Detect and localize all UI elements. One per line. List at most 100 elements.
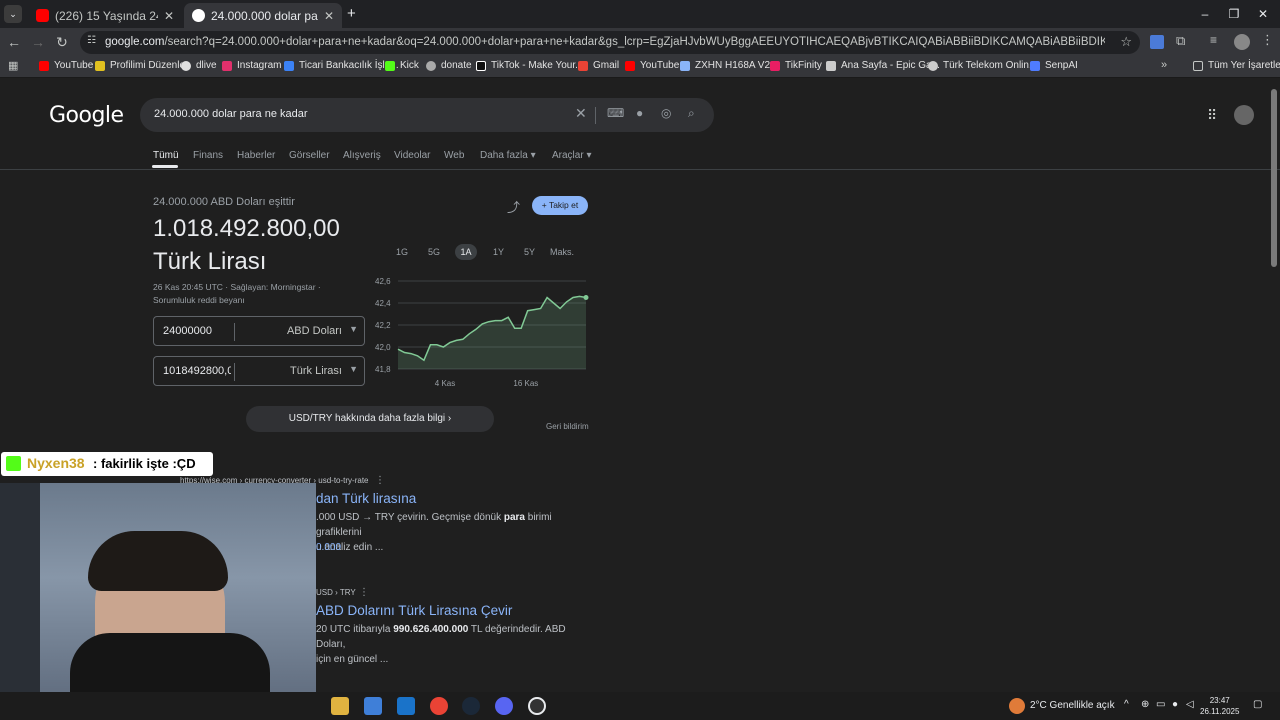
to-amount-field[interactable]: 1018492800,0 Türk Lirası ▼ [153,356,365,386]
range-1d[interactable]: 1G [396,244,408,260]
browser-tab-active[interactable]: 24.000.000 dolar para ne kadar ✕ [184,3,342,28]
network-icon[interactable]: ▭ [1156,699,1165,710]
result-url[interactable]: USD › TRY [316,588,356,597]
range-5d[interactable]: 5G [428,244,440,260]
minimize-icon[interactable]: – [1192,4,1218,24]
tab-news[interactable]: Haberler [237,150,275,161]
bookmark-item[interactable]: SenpAI [1030,60,1078,71]
outlook-icon[interactable] [397,697,415,715]
weather-text[interactable]: 2°C Genellikle açık [1030,700,1115,711]
bookmark-item[interactable]: TikTok - Make Your... [476,60,583,71]
bookmark-item[interactable]: Ticari Bankacılık İşle... [284,60,399,71]
range-1m[interactable]: 1A [455,244,477,260]
feedback-link[interactable]: Geri bildirim [546,422,589,431]
tab-web[interactable]: Web [444,150,464,161]
notifications-icon[interactable]: ▢ [1253,699,1262,710]
tab-finance[interactable]: Finans [193,150,223,161]
taskbar-clock[interactable]: 23:47 26.11.2025 [1200,695,1239,717]
bookmark-item[interactable]: YouTube [39,60,93,71]
tab-images[interactable]: Görseller [289,150,330,161]
reload-icon[interactable]: ↻ [52,32,72,52]
close-window-icon[interactable]: ✕ [1250,4,1276,24]
search-box[interactable]: 24.000.000 dolar para ne kadar ✕ ⌨ ● ◎ ⌕ [140,98,714,132]
exchange-rate-chart[interactable]: 42,6 42,4 42,2 42,0 41,8 4 Kas 16 Kas [370,274,590,389]
weather-icon[interactable] [1009,698,1025,714]
chrome-icon[interactable] [430,697,448,715]
browser-tab[interactable]: (226) 15 Yaşında 24 Milyon Dol ✕ [28,3,182,28]
bookmark-item[interactable]: Gmail [578,60,619,71]
clear-icon[interactable]: ✕ [575,105,587,122]
new-tab-icon[interactable]: + [347,5,356,22]
tab-all[interactable]: Tümü [153,150,179,161]
bookmark-item[interactable]: Türk Telekom Onlin... [928,60,1037,71]
tab-search-button[interactable]: ⌄ [4,5,22,23]
forward-icon[interactable]: → [28,32,48,52]
file-explorer-icon[interactable] [331,697,349,715]
to-currency-select[interactable]: Türk Lirası [290,365,342,377]
restore-icon[interactable]: ❐ [1221,4,1247,24]
close-tab-icon[interactable]: ✕ [324,9,334,23]
scrollbar-thumb[interactable] [1271,89,1277,267]
back-icon[interactable]: ← [4,32,24,52]
bookmark-star-icon[interactable]: ☆ [1120,34,1132,50]
discord-icon[interactable] [495,697,513,715]
chevron-up-icon[interactable]: ^ [1124,699,1129,710]
media-control-icon[interactable]: ≡ [1210,33,1217,47]
tray-icon[interactable]: ⊕ [1141,699,1149,710]
mic-tray-icon[interactable]: ● [1172,699,1178,710]
result-price-link[interactable]: 0.000 [316,540,596,555]
last-point [583,295,589,300]
apps-icon[interactable]: ▦ [8,59,18,72]
more-info-button[interactable]: USD/TRY hakkında daha fazla bilgi › [246,406,494,432]
share-icon[interactable]: ⤴ [507,197,520,216]
from-amount-input[interactable]: 24000000 [163,325,231,337]
chevron-down-icon[interactable]: ▼ [349,364,358,374]
bookmark-item[interactable]: YouTube [625,60,679,71]
tab-videos[interactable]: Videolar [394,150,431,161]
translate-icon[interactable] [1150,35,1164,49]
address-bar[interactable]: ☷ google.com/search?q=24.000.000+dolar+p… [80,31,1140,54]
bookmark-item[interactable]: Kick [385,60,419,71]
bookmark-item[interactable]: TikFinity [770,60,822,71]
account-avatar[interactable] [1234,105,1254,125]
more-bookmarks-icon[interactable]: » [1161,59,1167,71]
search-input[interactable]: 24.000.000 dolar para ne kadar [154,108,308,120]
range-1y[interactable]: 1Y [493,244,504,260]
extensions-icon[interactable]: ⧉ [1176,33,1185,49]
bookmark-item[interactable]: dlive [181,60,217,71]
range-5y[interactable]: 5Y [524,244,535,260]
keyboard-icon[interactable]: ⌨ [607,106,624,120]
bookmark-item[interactable]: donate [426,60,472,71]
follow-button[interactable]: + Takip et [532,196,588,215]
google-logo[interactable]: Google [49,103,124,128]
tab-shopping[interactable]: Alışveriş [343,150,381,161]
steam-icon[interactable] [462,697,480,715]
mic-icon[interactable]: ● [636,106,643,120]
more-options-icon[interactable]: ⋮ [359,587,369,598]
more-options-icon[interactable]: ⋮ [375,475,385,486]
lens-icon[interactable]: ◎ [661,106,671,120]
all-bookmarks-folder[interactable]: Tüm Yer İşaretleri [1193,60,1280,71]
google-apps-icon[interactable]: ⠿ [1207,107,1217,124]
volume-icon[interactable]: ◁ [1186,699,1194,710]
bookmark-item[interactable]: Instagram [222,60,281,71]
result-title[interactable]: ABD Dolarını Türk Lirasına Çevir [316,603,512,618]
bookmark-item[interactable]: Profilimi Düzenle [95,60,185,71]
range-max[interactable]: Maks. [550,244,574,260]
chevron-down-icon[interactable]: ▼ [349,324,358,334]
to-amount-input[interactable]: 1018492800,0 [163,365,231,377]
from-amount-field[interactable]: 24000000 ABD Doları ▼ [153,316,365,346]
close-tab-icon[interactable]: ✕ [164,9,174,23]
tab-more[interactable]: Daha fazla ▾ [480,150,536,161]
tab-tools[interactable]: Araçlar ▾ [552,150,592,161]
menu-icon[interactable]: ⋮ [1261,32,1274,48]
from-currency-select[interactable]: ABD Doları [287,325,342,337]
profile-avatar[interactable] [1234,34,1250,50]
obs-icon[interactable] [528,697,546,715]
bookmark-item[interactable]: Ana Sayfa - Epic Ga... [826,60,940,71]
site-info-icon[interactable]: ☷ [87,35,96,46]
search-icon[interactable]: ⌕ [688,106,695,121]
store-icon[interactable] [364,697,382,715]
bookmark-item[interactable]: ZXHN H168A V2.1 [680,60,778,71]
result-title[interactable]: dan Türk lirasına [316,491,416,506]
